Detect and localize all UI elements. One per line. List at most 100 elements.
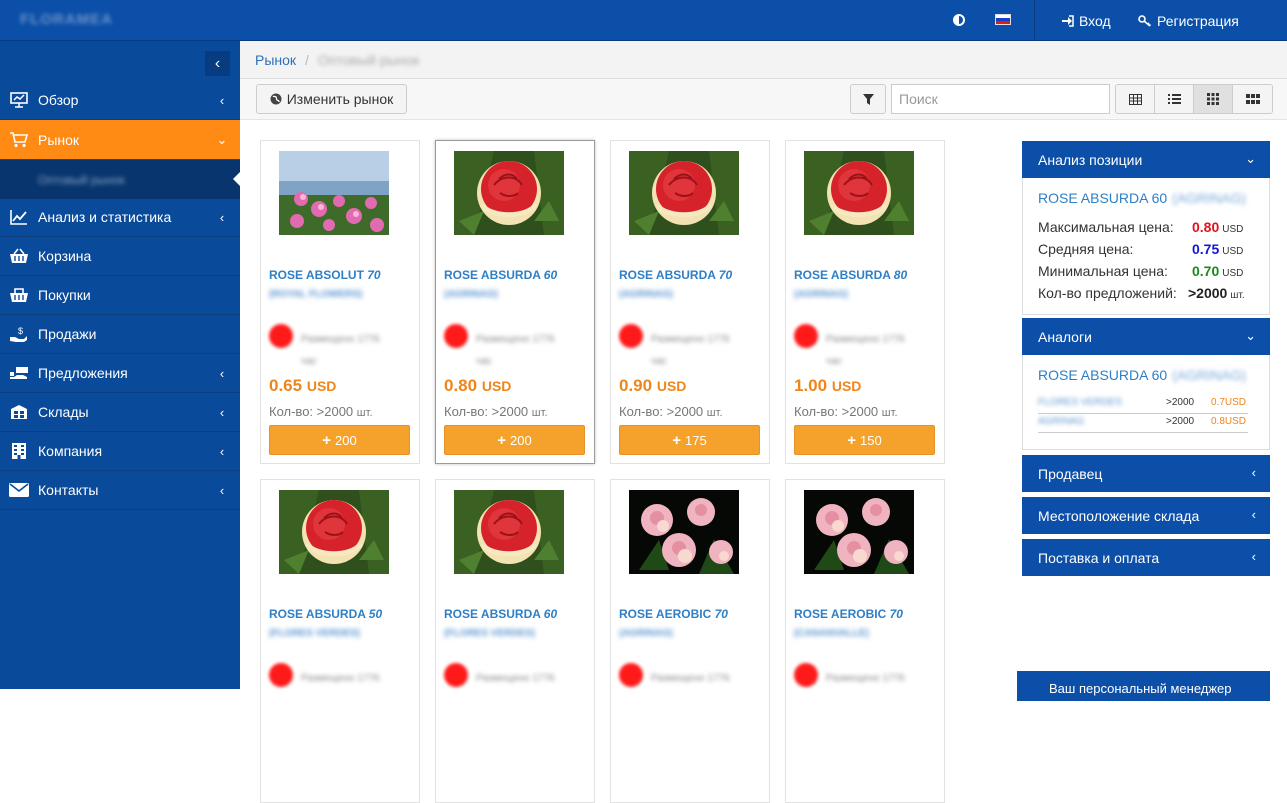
sidebar-subitem-wholesale-market[interactable]: Оптовый рынок — [0, 160, 240, 199]
chevron-left-icon: ‹ — [1251, 549, 1256, 564]
truck-icon — [0, 365, 38, 381]
seller-panel-title: Продавец — [1038, 465, 1103, 482]
analogs-product-title[interactable]: ROSE ABSURDA 60 (AGRINAG) — [1038, 367, 1246, 383]
sidebar-subitem-label: Оптовый рынок — [38, 173, 125, 187]
product-name[interactable]: ROSE ABSURDA 80 — [794, 268, 907, 282]
product-image[interactable] — [279, 151, 389, 235]
sidebar-item-label: Покупки — [38, 287, 91, 303]
analogs-product-seller: (AGRINAG) — [1172, 367, 1247, 383]
change-market-button[interactable]: Изменить рынок — [256, 84, 407, 114]
register-link[interactable]: Регистрация — [1138, 13, 1239, 29]
building-icon — [0, 442, 38, 460]
product-quantity: Кол-во: >2000 шт. — [269, 404, 373, 419]
sidebar-item-label: Предложения — [38, 365, 128, 381]
breadcrumb-separator: / — [305, 52, 309, 68]
product-card[interactable]: ROSE ABSURDA 70 (AGRINAG) Размещено 1776 ч… — [610, 140, 770, 464]
analog-row[interactable]: FLORES VERDES >2000 0.7USD — [1038, 394, 1248, 414]
add-to-cart-button[interactable]: +200 — [269, 425, 410, 455]
login-link[interactable]: Вход — [1061, 13, 1111, 29]
seller-avatar — [794, 324, 818, 348]
sidebar-collapse-button[interactable]: ‹ — [205, 51, 230, 76]
cart-icon — [0, 131, 38, 148]
analog-seller: AGRINAG — [1038, 416, 1085, 427]
sidebar-item[interactable]: Покупки — [0, 276, 240, 315]
analogs-product-name: ROSE ABSURDA 60 — [1038, 367, 1168, 383]
product-seller[interactable]: (FLORES VERDES) — [269, 628, 360, 639]
product-name[interactable]: ROSE ABSURDA 60 — [444, 607, 557, 621]
product-seller[interactable]: (AGRINAG) — [444, 289, 498, 300]
product-name[interactable]: ROSE ABSOLUT 70 — [269, 268, 381, 282]
product-seller[interactable]: (AGRINAG) — [619, 628, 673, 639]
view-grid-small-button[interactable] — [1233, 85, 1272, 113]
product-card[interactable]: ROSE ABSURDA 60 (FLORES VERDES) Размещено … — [435, 479, 595, 803]
product-seller[interactable]: (ROYAL FLOWERS) — [269, 289, 362, 300]
view-table-button[interactable] — [1116, 85, 1155, 113]
chevron-down-icon: ⌄ — [1245, 151, 1256, 166]
sidebar-item[interactable]: $ Продажи — [0, 315, 240, 354]
product-seller[interactable]: (CANANVALLE) — [794, 628, 869, 639]
product-image[interactable] — [629, 490, 739, 574]
sidebar-item[interactable]: Контакты ‹ — [0, 471, 240, 510]
sidebar-item[interactable]: Рынок ⌄ — [0, 120, 240, 159]
product-card[interactable]: ROSE ABSOLUT 70 (ROYAL FLOWERS) Размещено … — [260, 140, 420, 464]
delivery-panel-header[interactable]: Поставка и оплата ‹ — [1022, 539, 1270, 576]
add-to-cart-button[interactable]: +150 — [794, 425, 935, 455]
toolbar: Изменить рынок — [240, 79, 1287, 120]
personal-manager-tab[interactable]: Ваш персональный менеджер — [1017, 671, 1270, 701]
product-image[interactable] — [454, 490, 564, 574]
placed-time: Размещено 1776 час — [476, 334, 555, 367]
min-price-row: Минимальная цена: 0.70 USD — [1038, 263, 1258, 279]
view-grid-large-button[interactable] — [1194, 85, 1233, 113]
view-list-button[interactable] — [1155, 85, 1194, 113]
sidebar-item[interactable]: Обзор ‹ — [0, 81, 240, 120]
product-seller[interactable]: (FLORES VERDES) — [444, 628, 535, 639]
location-panel-title: Местоположение склада — [1038, 507, 1200, 524]
sidebar-item[interactable]: Анализ и статистика ‹ — [0, 198, 240, 237]
breadcrumb-market-link[interactable]: Рынок — [255, 52, 296, 68]
product-seller[interactable]: (AGRINAG) — [794, 289, 848, 300]
product-card[interactable]: ROSE ABSURDA 80 (AGRINAG) Размещено 1776 ч… — [785, 140, 945, 464]
product-name[interactable]: ROSE AEROBIC 70 — [794, 607, 903, 621]
product-image[interactable] — [804, 151, 914, 235]
plus-icon: + — [672, 431, 682, 449]
product-name[interactable]: ROSE ABSURDA 60 — [444, 268, 557, 282]
filter-button[interactable] — [850, 84, 886, 114]
analysis-product-title[interactable]: ROSE ABSURDA 60 (AGRINAG) — [1038, 190, 1246, 206]
add-to-cart-button[interactable]: +200 — [444, 425, 585, 455]
analysis-product-name: ROSE ABSURDA 60 — [1038, 190, 1168, 206]
analogs-panel-header[interactable]: Аналоги ⌄ — [1022, 318, 1270, 355]
product-card[interactable]: ROSE AEROBIC 70 (AGRINAG) Размещено 1776 — [610, 479, 770, 803]
placed-time: Размещено 1776 час — [301, 334, 380, 367]
contrast-icon[interactable] — [952, 13, 966, 27]
sidebar-item[interactable]: Предложения ‹ — [0, 354, 240, 393]
product-seller[interactable]: (AGRINAG) — [619, 289, 673, 300]
location-panel-header[interactable]: Местоположение склада ‹ — [1022, 497, 1270, 534]
analysis-panel-header[interactable]: Анализ позиции ⌄ — [1022, 141, 1270, 178]
sidebar-item[interactable]: Корзина — [0, 237, 240, 276]
product-name[interactable]: ROSE ABSURDA 70 — [619, 268, 732, 282]
chevron-down-icon: ⌄ — [216, 131, 228, 147]
logo[interactable]: FLORAMEA — [20, 11, 113, 28]
seller-panel-header[interactable]: Продавец ‹ — [1022, 455, 1270, 492]
product-quantity: Кол-во: >2000 шт. — [619, 404, 723, 419]
language-flag-icon[interactable] — [995, 14, 1011, 25]
product-image[interactable] — [804, 490, 914, 574]
max-price-label: Максимальная цена: — [1038, 219, 1174, 235]
breadcrumb: Рынок / Оптовый рынок — [240, 41, 1287, 79]
sidebar-item[interactable]: Склады ‹ — [0, 393, 240, 432]
seller-avatar — [444, 663, 468, 687]
product-image[interactable] — [279, 490, 389, 574]
analog-row[interactable]: AGRINAG >2000 0.8USD — [1038, 413, 1248, 433]
product-card[interactable]: ROSE ABSURDA 60 (AGRINAG) Размещено 1776 ч… — [435, 140, 595, 464]
product-name[interactable]: ROSE ABSURDA 50 — [269, 607, 382, 621]
search-input[interactable] — [891, 84, 1110, 114]
sidebar-item-label: Контакты — [38, 482, 99, 498]
product-name[interactable]: ROSE AEROBIC 70 — [619, 607, 728, 621]
product-card[interactable]: ROSE AEROBIC 70 (CANANVALLE) Размещено 177… — [785, 479, 945, 803]
active-caret-icon — [233, 172, 240, 186]
product-image[interactable] — [454, 151, 564, 235]
product-card[interactable]: ROSE ABSURDA 50 (FLORES VERDES) Размещено … — [260, 479, 420, 803]
sidebar-item[interactable]: Компания ‹ — [0, 432, 240, 471]
add-to-cart-button[interactable]: +175 — [619, 425, 760, 455]
product-image[interactable] — [629, 151, 739, 235]
